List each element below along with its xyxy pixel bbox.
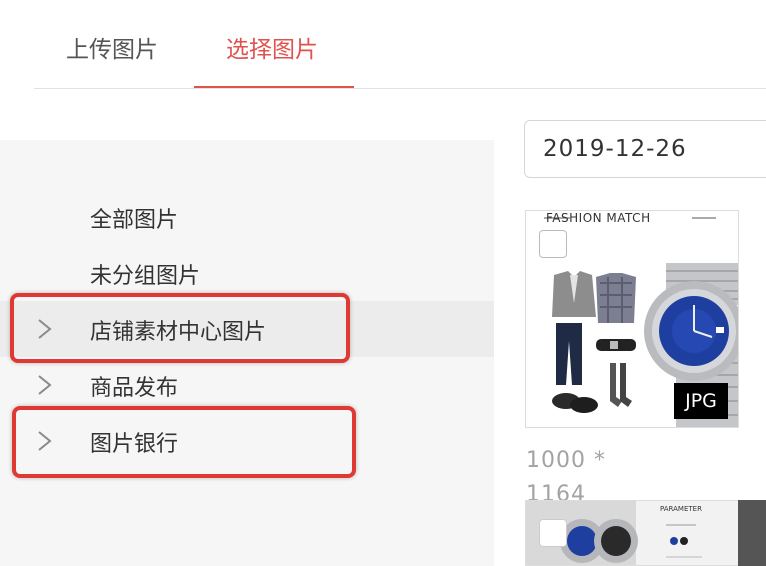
sidebar-item-label: 未分组图片: [90, 264, 201, 289]
image-source-tabs: 上传图片 选择图片: [0, 0, 766, 90]
image-select-checkbox[interactable]: [539, 519, 567, 547]
sidebar-item-label: 店铺素材中心图片: [90, 320, 267, 345]
image-dimensions-width: 1000 *: [526, 448, 606, 473]
sidebar-item-label: 全部图片: [90, 208, 179, 233]
image-select-checkbox[interactable]: [539, 230, 567, 258]
image-caption: FASHION MATCH: [546, 211, 651, 225]
tab-select-image[interactable]: 选择图片: [226, 30, 318, 64]
thumbnail-edge: [738, 500, 766, 566]
sidebar-item-label: 图片银行: [90, 432, 179, 457]
sidebar-item-label: 商品发布: [90, 376, 179, 401]
tabs-divider: [34, 88, 766, 89]
image-thumbnail[interactable]: PARAMETER: [525, 500, 739, 566]
image-group-sidebar: 全部图片 未分组图片 店铺素材中心图片 商品发布 图片银行: [0, 140, 494, 566]
sidebar-item-store-material-center[interactable]: 店铺素材中心图片: [0, 301, 494, 357]
chevron-right-icon[interactable]: [34, 317, 56, 341]
sidebar-item-product-publish[interactable]: 商品发布: [0, 357, 494, 413]
chevron-right-icon[interactable]: [34, 429, 56, 453]
image-thumbnail[interactable]: FASHION MATCH JPG: [525, 210, 739, 428]
image-format-badge: JPG: [674, 383, 728, 419]
chevron-right-icon[interactable]: [34, 373, 56, 397]
sidebar-item-image-bank[interactable]: 图片银行: [0, 413, 494, 469]
date-filter-input[interactable]: 2019-12-26: [524, 120, 766, 178]
image-caption: PARAMETER: [660, 505, 702, 513]
sidebar-item-ungrouped-images[interactable]: 未分组图片: [0, 245, 494, 301]
sidebar-item-all-images[interactable]: 全部图片: [0, 189, 494, 245]
tab-upload-image[interactable]: 上传图片: [66, 30, 158, 64]
